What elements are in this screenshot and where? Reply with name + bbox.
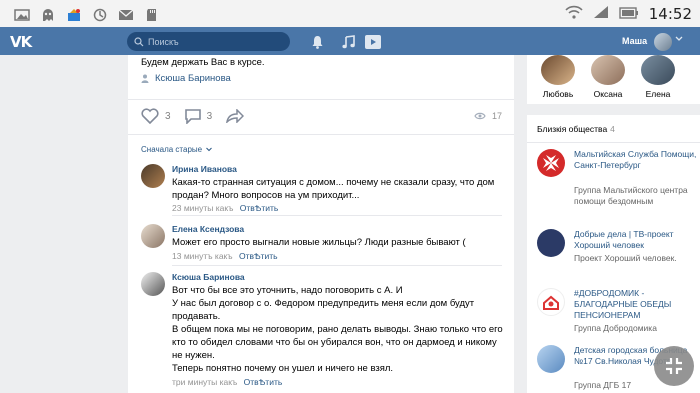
share-icon [226, 109, 245, 123]
commenter-avatar[interactable] [141, 164, 165, 188]
friend-name: Оксана [593, 89, 623, 99]
post-actions: 3 3 [141, 108, 258, 124]
comment-meta: 23 минуты какъ ОтвѢтить [172, 203, 278, 213]
group-logo [537, 345, 565, 373]
friend-name: Елена [645, 89, 671, 99]
sync-icon [92, 7, 108, 21]
app-icon [66, 7, 82, 21]
ghost-icon [40, 7, 56, 21]
comment-time: 23 минуты какъ [172, 203, 234, 213]
like-count: 3 [165, 110, 171, 122]
post-author-name: Ксюша Баринова [155, 73, 231, 84]
battery-icon [619, 4, 639, 23]
groups-title[interactable]: Близкія общества 4 [537, 124, 615, 134]
share-button[interactable] [226, 109, 245, 123]
collapse-icon [665, 357, 683, 375]
wifi-icon [565, 4, 583, 23]
comment: Елена Ксендзова Может его просто выгнали… [128, 219, 514, 265]
comment: Ксюша Баринова Вот что бы все это уточни… [128, 267, 514, 393]
group-logo [537, 288, 565, 316]
divider [128, 99, 514, 100]
friend-name: Любовь [542, 89, 574, 99]
group-logo [537, 229, 565, 257]
reply-button[interactable]: ОтвѢтить [240, 203, 279, 213]
post-text: Будем держать Вас в курсе. [141, 57, 265, 68]
sort-dropdown[interactable]: Сначала старые [141, 145, 213, 154]
fullscreen-button[interactable] [654, 346, 694, 386]
search-icon [134, 36, 144, 47]
comment-button[interactable]: 3 [184, 108, 213, 124]
friend-item[interactable]: Оксана [583, 55, 633, 99]
friend-avatar [641, 55, 675, 85]
search-input[interactable]: Поискъ [127, 32, 290, 51]
comment: Ирина Иванова Какая-то странная ситуация… [128, 161, 514, 217]
commenter-name[interactable]: Елена Ксендзова [172, 224, 244, 234]
group-name[interactable]: Добрые дела | ТВ-проект Хороший человек [574, 229, 699, 251]
divider [128, 134, 514, 135]
maltese-cross-icon [537, 149, 565, 177]
group-name[interactable]: Мальтийская Служба Помощи, Санкт-Петербу… [574, 149, 699, 171]
sort-label: Сначала старые [141, 145, 203, 154]
friend-avatar [591, 55, 625, 85]
comment-count: 3 [206, 110, 213, 122]
comment-meta: 13 минутъ какъ ОтвѢтить [172, 251, 278, 261]
like-button[interactable]: 3 [141, 108, 171, 124]
group-name[interactable]: #ДОБРОДОМИК - БЛАГОДАРНЫЕ ОБЕДЫ ПЕНСИОНЕ… [574, 288, 699, 321]
reply-button[interactable]: ОтвѢтить [239, 251, 278, 261]
username[interactable]: Маша [622, 36, 647, 46]
vk-logo[interactable]: VK [10, 33, 32, 51]
sd-card-icon [144, 7, 160, 21]
chevron-down-icon [206, 147, 213, 152]
group-desc: Проект Хороший человек. [574, 253, 677, 263]
image-icon [14, 7, 30, 21]
comment-icon [184, 108, 201, 124]
user-icon [141, 74, 149, 83]
commenter-name[interactable]: Ирина Иванова [172, 164, 237, 174]
commenter-name[interactable]: Ксюша Баринова [172, 272, 245, 282]
eye-icon [474, 112, 486, 120]
friend-item[interactable]: Любовь [533, 55, 583, 99]
comment-text: Вот что бы все это уточнить, надо погово… [172, 285, 503, 374]
mail-icon [118, 7, 134, 21]
bell-icon[interactable] [311, 34, 324, 53]
music-icon[interactable] [342, 34, 355, 53]
video-icon[interactable] [365, 34, 381, 53]
chevron-down-icon[interactable] [675, 35, 683, 45]
view-counter: 17 [474, 111, 502, 121]
signal-icon [593, 4, 609, 23]
divider [172, 265, 502, 266]
groups-title-label: Близкія общества [537, 124, 608, 134]
post-card: Будем держать Вас в курсе. Ксюша Баринов… [128, 55, 514, 393]
group-desc: Группа Добродомика [574, 323, 657, 333]
status-bar: 14:52 [0, 0, 700, 27]
reply-button[interactable]: ОтвѢтить [244, 377, 283, 387]
comment-time: три минуты какъ [172, 377, 238, 387]
group-item[interactable]: Мальтийская Служба Помощи, Санкт-Петербу… [537, 149, 697, 219]
group-item[interactable]: #ДОБРОДОМИК - БЛАГОДАРНЫЕ ОБЕДЫ ПЕНСИОНЕ… [537, 288, 697, 338]
group-desc: Группа Мальтийского центра помощи бездом… [574, 185, 688, 206]
divider [527, 142, 700, 143]
search-placeholder: Поискъ [148, 36, 179, 47]
friends-panel: Любовь Оксана Елена [527, 55, 700, 104]
comment-text: Какая-то странная ситуация с домом... по… [172, 177, 495, 201]
clock: 14:52 [648, 4, 692, 23]
comment-time: 13 минутъ какъ [172, 251, 233, 261]
heart-icon [141, 108, 159, 124]
post-author-link[interactable]: Ксюша Баринова [141, 73, 231, 84]
commenter-avatar[interactable] [141, 224, 165, 248]
groups-count: 4 [610, 124, 615, 134]
top-navbar: VK Поискъ Маша [0, 27, 700, 55]
friend-avatar [541, 55, 575, 85]
commenter-avatar[interactable] [141, 272, 165, 296]
divider [172, 215, 502, 216]
avatar[interactable] [654, 33, 672, 51]
group-item[interactable]: Добрые дела | ТВ-проект Хороший человек … [537, 229, 697, 279]
comment-text: Может его просто выгнали новые жильцы? Л… [172, 237, 466, 248]
comment-meta: три минуты какъ ОтвѢтить [172, 377, 282, 387]
view-count: 17 [491, 111, 502, 121]
friend-item[interactable]: Елена [633, 55, 683, 99]
